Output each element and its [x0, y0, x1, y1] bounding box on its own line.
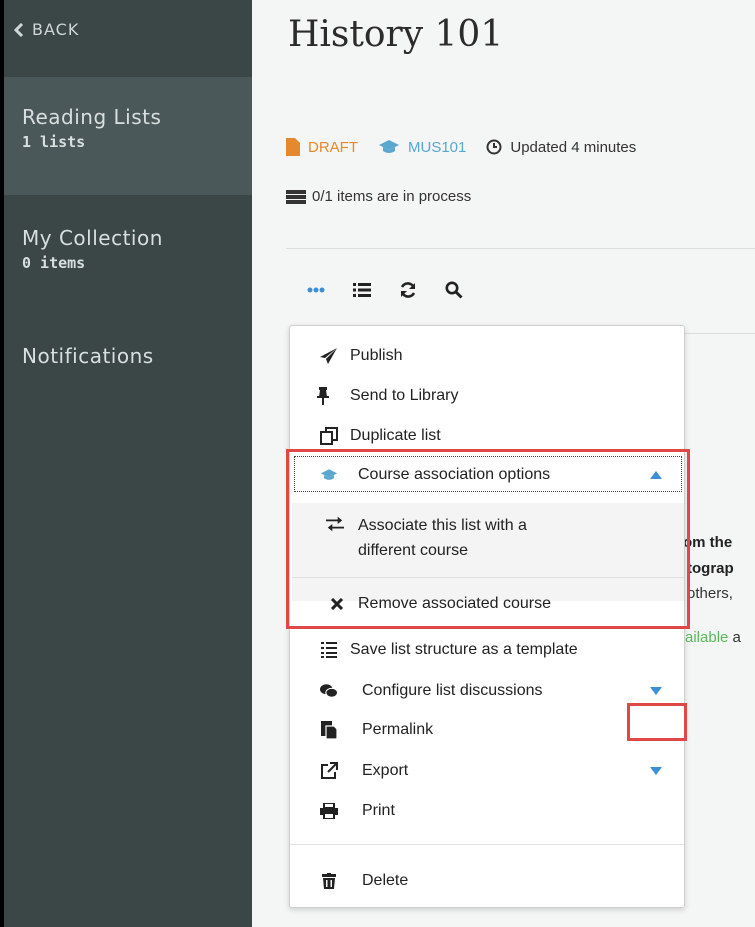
menu-item-label: Save list structure as a template	[350, 641, 578, 658]
menu-item-duplicate-list[interactable]: Duplicate list	[290, 426, 684, 446]
menu-item-label: Print	[362, 802, 395, 819]
menu-item-label: Send to Library	[350, 387, 459, 404]
process-status: 0/1 items are in process	[286, 188, 471, 205]
list-toolbar	[306, 280, 464, 300]
menu-item-print[interactable]: Print	[290, 801, 684, 821]
sidebar-item-count: 1 lists	[22, 133, 86, 151]
paper-plane-icon	[320, 347, 338, 365]
file-icon	[286, 138, 300, 156]
chevron-down-icon[interactable]	[650, 767, 662, 775]
menu-item-label: Publish	[350, 347, 403, 364]
sidebar-item-label: Notifications	[22, 344, 154, 368]
refresh-icon	[400, 282, 416, 298]
menu-item-label: Permalink	[362, 721, 434, 738]
search-button[interactable]	[444, 280, 464, 300]
more-options-button[interactable]	[306, 280, 326, 300]
sidebar-item-my-collection[interactable]: My Collection 0 items	[4, 210, 252, 272]
menu-item-delete[interactable]: Delete	[290, 871, 684, 891]
trash-icon	[320, 872, 338, 890]
process-text: 0/1 items are in process	[312, 188, 472, 205]
clock-icon	[486, 139, 502, 155]
menu-item-permalink[interactable]: Permalink	[290, 720, 684, 740]
sidebar-item-notifications[interactable]: Notifications	[4, 330, 252, 368]
list-ol-icon	[320, 641, 338, 659]
availability-fragment: ailable a	[685, 629, 741, 646]
search-icon	[445, 281, 463, 299]
status-badge: DRAFT	[308, 138, 358, 156]
item-text-fragment: others,	[687, 585, 733, 602]
copy-icon	[320, 427, 338, 445]
comments-icon	[320, 682, 338, 700]
sidebar-item-reading-lists[interactable]: Reading Lists 1 lists	[4, 77, 252, 195]
back-label: BACK	[32, 20, 80, 39]
chevron-down-icon[interactable]	[650, 687, 662, 695]
more-icon	[307, 287, 325, 293]
pin-icon	[314, 387, 332, 405]
menu-item-label: Export	[362, 762, 409, 779]
server-icon	[286, 189, 306, 204]
menu-item-publish[interactable]: Publish	[290, 346, 684, 366]
course-code[interactable]: MUS101	[408, 139, 466, 156]
menu-item-label: Duplicate list	[350, 427, 441, 444]
menu-item-label: Delete	[362, 872, 409, 889]
sidebar-item-label: Reading Lists	[22, 105, 162, 129]
chevron-left-icon	[14, 22, 24, 37]
list-meta: DRAFT MUS101 Updated 4 minutes	[286, 138, 636, 156]
menu-item-send-to-library[interactable]: Send to Library	[290, 386, 684, 406]
refresh-button[interactable]	[398, 280, 418, 300]
divider	[286, 248, 755, 249]
list-icon	[353, 283, 371, 297]
print-icon	[320, 802, 338, 820]
sidebar-item-count: 0 items	[22, 254, 86, 272]
divider	[290, 844, 684, 845]
menu-item-label: Configure list discussions	[362, 682, 543, 699]
clipboard-icon	[320, 721, 338, 739]
divider	[684, 333, 755, 334]
list-view-button[interactable]	[352, 280, 372, 300]
item-title-fragment: tograp	[687, 560, 734, 577]
menu-item-save-template[interactable]: Save list structure as a template	[290, 640, 684, 660]
menu-item-configure-discussions[interactable]: Configure list discussions	[290, 681, 684, 701]
sidebar: BACK Reading Lists 1 lists My Collection…	[0, 0, 252, 927]
sidebar-item-label: My Collection	[22, 226, 163, 250]
back-button[interactable]: BACK	[14, 20, 79, 39]
highlight-box	[627, 703, 687, 741]
graduation-cap-icon	[379, 140, 399, 153]
highlight-box	[286, 449, 690, 629]
menu-item-export[interactable]: Export	[290, 761, 684, 781]
availability-status: ailable	[685, 629, 729, 646]
updated-time: Updated 4 minutes	[510, 138, 637, 156]
external-link-icon	[320, 762, 338, 780]
availability-tail: a	[732, 629, 741, 646]
item-title-fragment: om the	[683, 534, 733, 551]
page-title: History 101	[288, 14, 504, 55]
